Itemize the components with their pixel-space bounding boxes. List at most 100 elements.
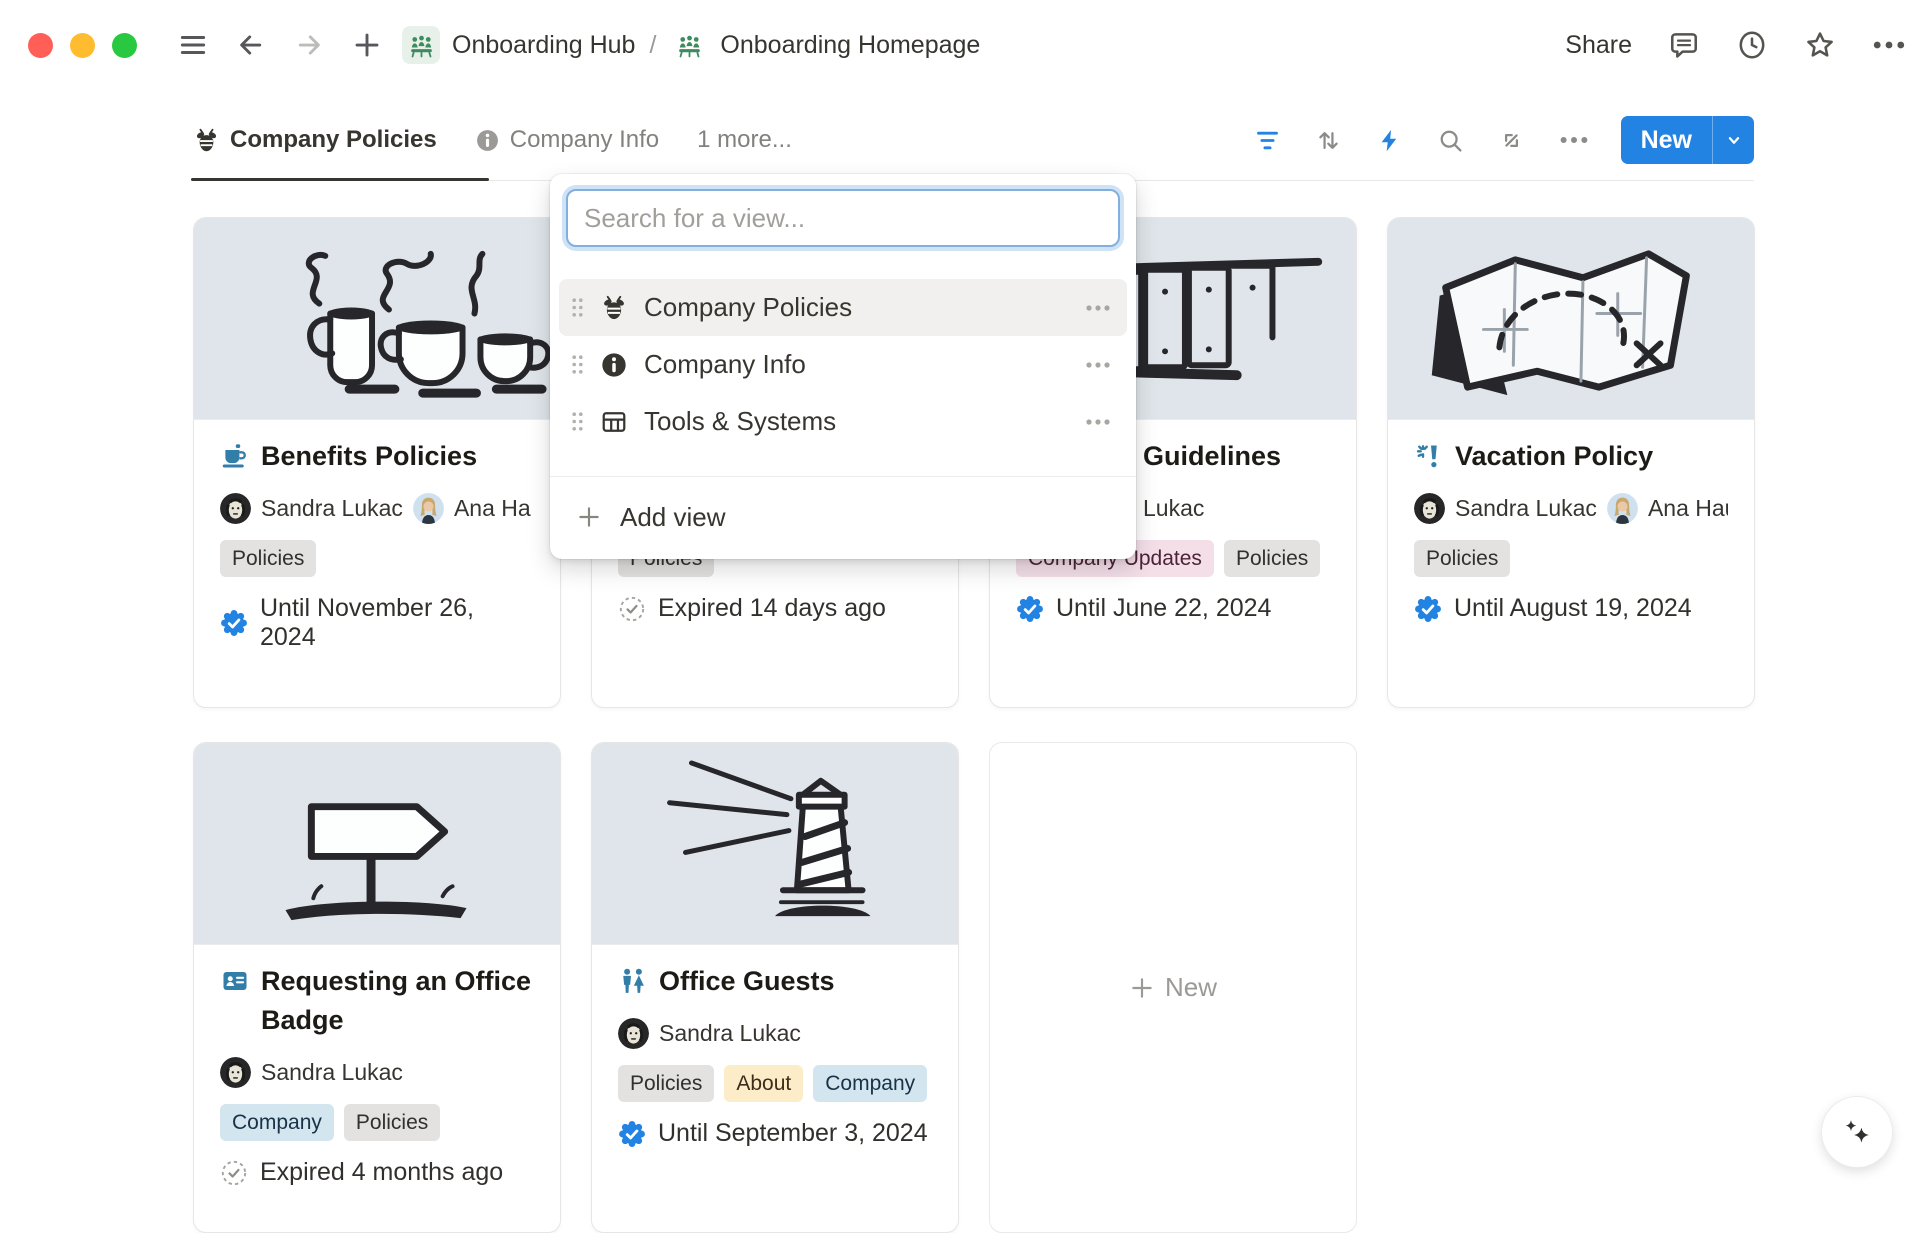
- card-tags: Policies: [220, 540, 534, 577]
- workspace-people-icon: [402, 26, 440, 64]
- automation-bolt-icon[interactable]: [1376, 127, 1403, 154]
- tag: Policies: [220, 540, 316, 577]
- mug-icon: [220, 441, 250, 471]
- tag: Policies: [1414, 540, 1510, 577]
- bee-icon: [193, 127, 220, 154]
- info-icon: [475, 128, 500, 153]
- drag-handle-icon[interactable]: [571, 411, 584, 432]
- card-people: Sandra Lukac Ana Hau: [1414, 493, 1728, 524]
- sun-icon: [1414, 441, 1444, 471]
- tab-company-policies[interactable]: Company Policies: [193, 100, 437, 180]
- window-titlebar: Onboarding Hub / Onboarding Homepage Sha…: [0, 0, 1920, 90]
- card-people: Sandra Lukac: [220, 1057, 534, 1088]
- new-button-label[interactable]: New: [1621, 116, 1712, 164]
- workspace-people-icon: [670, 26, 708, 64]
- more-ellipsis-icon[interactable]: [1085, 418, 1111, 426]
- menu-divider: [550, 476, 1136, 477]
- more-ellipsis-icon[interactable]: [1085, 361, 1111, 369]
- new-button[interactable]: New: [1621, 116, 1754, 164]
- add-view-button[interactable]: Add view: [550, 489, 1136, 545]
- card-status: Until June 22, 2024: [1016, 594, 1330, 623]
- more-ellipsis-icon[interactable]: [1559, 135, 1589, 145]
- card-office-guests[interactable]: Office Guests Sandra Lukac Policies Abou…: [591, 742, 959, 1233]
- verified-badge-icon: [1016, 595, 1044, 623]
- window-minimize-button[interactable]: [70, 33, 95, 58]
- card-people: Sandra Lukac Ana Ha: [220, 493, 534, 524]
- id-badge-icon: [220, 966, 250, 996]
- tag: About: [724, 1065, 803, 1102]
- card-title: Requesting an Office Badge: [220, 962, 534, 1040]
- card-status: Until November 26, 2024: [220, 594, 534, 652]
- card-title: Office Guests: [618, 962, 932, 1001]
- table-icon: [600, 408, 628, 436]
- expand-icon[interactable]: [1498, 127, 1525, 154]
- tab-company-info[interactable]: Company Info: [475, 100, 659, 180]
- tab-label: Company Policies: [230, 126, 437, 154]
- chevron-down-icon: [1723, 129, 1745, 151]
- card-status: Expired 4 months ago: [220, 1158, 534, 1187]
- view-menu-popover: Company Policies Company Info Tools & Sy…: [550, 174, 1136, 559]
- new-button-dropdown[interactable]: [1712, 116, 1754, 164]
- avatar: [1607, 493, 1638, 524]
- view-tabs: Company Policies Company Info 1 more...: [193, 100, 792, 180]
- search-icon[interactable]: [1437, 127, 1464, 154]
- back-arrow-icon[interactable]: [236, 30, 266, 60]
- sidebar-menu-icon[interactable]: [178, 30, 208, 60]
- more-ellipsis-icon[interactable]: [1085, 304, 1111, 312]
- view-menu-item-tools-systems[interactable]: Tools & Systems: [559, 393, 1127, 450]
- view-toolbar-actions: New: [1254, 116, 1754, 164]
- window-close-button[interactable]: [28, 33, 53, 58]
- more-ellipsis-icon[interactable]: [1872, 39, 1906, 51]
- expired-check-icon: [220, 1159, 248, 1187]
- tab-label: Company Info: [510, 126, 659, 154]
- card-status: Until August 19, 2024: [1414, 594, 1728, 623]
- view-menu-item-label: Company Info: [644, 349, 806, 380]
- tag: Policies: [344, 1104, 440, 1141]
- card-title: Benefits Policies: [220, 437, 534, 476]
- card-tags: Company Policies: [220, 1104, 534, 1141]
- window-zoom-button[interactable]: [112, 33, 137, 58]
- plus-icon: [576, 504, 602, 530]
- tag: Company: [813, 1065, 927, 1102]
- history-clock-icon[interactable]: [1736, 29, 1768, 61]
- add-view-label: Add view: [620, 502, 726, 533]
- new-page-plus-icon[interactable]: [352, 30, 382, 60]
- drag-handle-icon[interactable]: [571, 354, 584, 375]
- card-vacation-policy[interactable]: Vacation Policy Sandra Lukac Ana Hau Pol…: [1387, 217, 1755, 708]
- plus-icon: [1129, 975, 1155, 1001]
- expired-check-icon: [618, 595, 646, 623]
- tabs-more-link[interactable]: 1 more...: [697, 126, 792, 154]
- view-menu-item-company-info[interactable]: Company Info: [559, 336, 1127, 393]
- breadcrumb: Onboarding Hub / Onboarding Homepage: [402, 26, 980, 64]
- breadcrumb-separator: /: [647, 31, 658, 60]
- card-people: Sandra Lukac: [618, 1018, 932, 1049]
- card-tags: Policies: [1414, 540, 1728, 577]
- avatar: [220, 1057, 251, 1088]
- verified-badge-icon: [1414, 595, 1442, 623]
- card-title: Vacation Policy: [1414, 437, 1728, 476]
- view-menu-item-company-policies[interactable]: Company Policies: [559, 279, 1127, 336]
- view-menu-item-label: Tools & Systems: [644, 406, 836, 437]
- tag: Policies: [618, 1065, 714, 1102]
- share-button[interactable]: Share: [1565, 31, 1632, 60]
- breadcrumb-item-hub[interactable]: Onboarding Hub: [452, 31, 635, 60]
- sparkles-icon: [1838, 1113, 1876, 1151]
- favorite-star-icon[interactable]: [1804, 29, 1836, 61]
- view-tabs-toolbar: Company Policies Company Info 1 more... …: [193, 100, 1754, 181]
- new-card-placeholder[interactable]: New: [989, 742, 1357, 1233]
- drag-handle-icon[interactable]: [571, 297, 584, 318]
- ai-assistant-button[interactable]: [1822, 1097, 1892, 1167]
- card-status: Until September 3, 2024: [618, 1119, 932, 1148]
- verified-badge-icon: [618, 1120, 646, 1148]
- filter-icon[interactable]: [1254, 127, 1281, 154]
- comments-icon[interactable]: [1668, 29, 1700, 61]
- sort-icon[interactable]: [1315, 127, 1342, 154]
- forward-arrow-icon[interactable]: [294, 30, 324, 60]
- avatar: [1414, 493, 1445, 524]
- card-office-badge[interactable]: Requesting an Office Badge Sandra Lukac …: [193, 742, 561, 1233]
- breadcrumb-item-homepage[interactable]: Onboarding Homepage: [720, 31, 980, 60]
- avatar: [220, 493, 251, 524]
- card-benefits-policies[interactable]: Benefits Policies Sandra Lukac Ana Ha Po…: [193, 217, 561, 708]
- view-search-input[interactable]: [566, 189, 1120, 247]
- lighthouse-illustration: [592, 743, 958, 945]
